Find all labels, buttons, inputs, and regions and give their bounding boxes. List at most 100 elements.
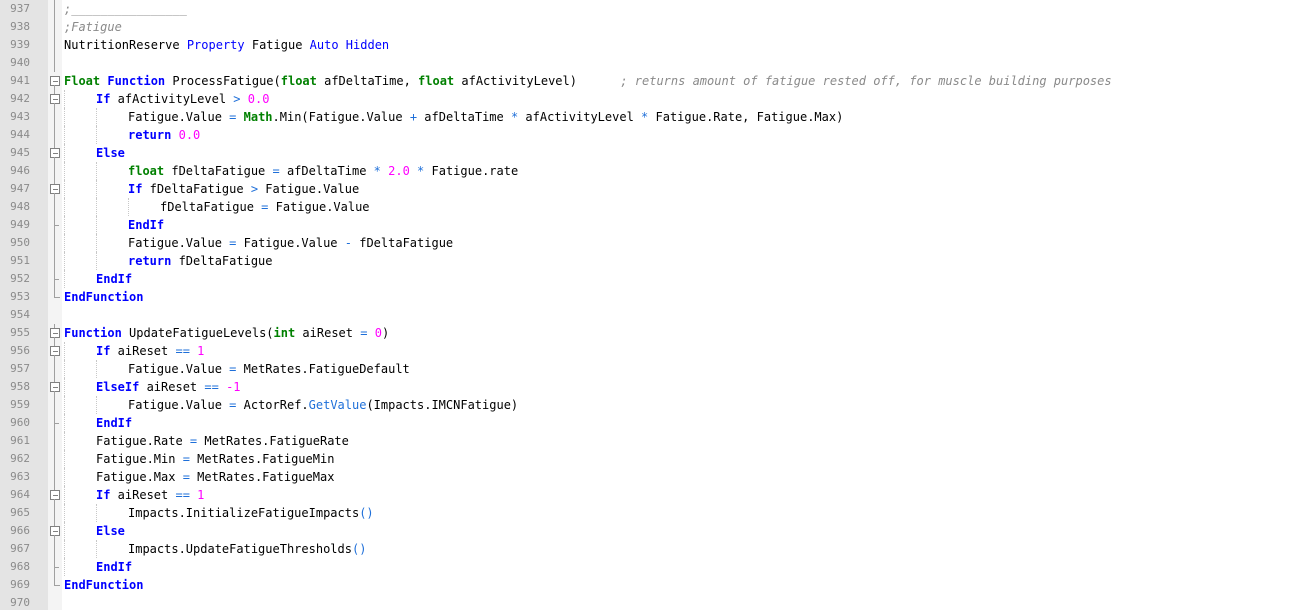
identifier-token: Fatigue.Value <box>236 236 345 250</box>
code-line[interactable]: 961 Fatigue.Rate = MetRates.FatigueRate <box>0 432 1300 450</box>
code-line[interactable]: 939 NutritionReserve Property Fatigue Aut… <box>0 36 1300 54</box>
code-line[interactable]: 960 EndIf <box>0 414 1300 432</box>
fold-collapse-icon[interactable] <box>49 324 61 342</box>
code-text[interactable]: If aiReset == 1 <box>96 486 204 504</box>
code-text[interactable]: ElseIf aiReset == -1 <box>96 378 241 396</box>
code-line[interactable]: 969 EndFunction <box>0 576 1300 594</box>
fold-collapse-icon[interactable] <box>49 378 61 396</box>
identifier-token: Fatigue.Rate, Fatigue.Max) <box>648 110 844 124</box>
code-text[interactable]: Fatigue.Max = MetRates.FatigueMax <box>96 468 334 486</box>
code-line[interactable]: 953 EndFunction <box>0 288 1300 306</box>
fold-block-end-mark <box>49 216 61 234</box>
code-line[interactable]: 942 If afActivityLevel > 0.0 <box>0 90 1300 108</box>
indent-guide <box>64 126 66 144</box>
indent-guide <box>64 504 66 522</box>
code-text[interactable]: EndIf <box>128 216 164 234</box>
code-line[interactable]: 966 Else <box>0 522 1300 540</box>
indent-guide <box>64 270 66 288</box>
code-text[interactable]: Impacts.InitializeFatigueImpacts() <box>128 504 374 522</box>
code-text[interactable]: EndIf <box>96 414 132 432</box>
line-number: 950 <box>10 236 30 249</box>
code-line[interactable]: 954 <box>0 306 1300 324</box>
identifier-token <box>171 128 178 142</box>
indent-guide <box>96 540 98 558</box>
fold-block-end-mark <box>49 414 61 432</box>
code-line[interactable]: 951 return fDeltaFatigue <box>0 252 1300 270</box>
code-text[interactable]: Else <box>96 522 125 540</box>
code-line[interactable]: 946 float fDeltaFatigue = afDeltaTime * 2… <box>0 162 1300 180</box>
code-text[interactable]: float fDeltaFatigue = afDeltaTime * 2.0 … <box>128 162 518 180</box>
code-line[interactable]: 970 <box>0 594 1300 610</box>
code-text[interactable]: EndFunction <box>64 288 143 306</box>
code-line[interactable]: 941 Float Function ProcessFatigue(float a… <box>0 72 1300 90</box>
code-text[interactable]: If aiReset == 1 <box>96 342 204 360</box>
fold-collapse-icon[interactable] <box>49 144 61 162</box>
code-text[interactable]: Else <box>96 144 125 162</box>
identifier-token: afDeltaTime <box>279 164 374 178</box>
comment-token: ;________________ <box>64 2 187 16</box>
code-text[interactable]: Float Function ProcessFatigue(float afDe… <box>64 72 1112 90</box>
indent-guide <box>64 108 66 126</box>
code-line[interactable]: 962 Fatigue.Min = MetRates.FatigueMin <box>0 450 1300 468</box>
code-line[interactable]: 955 Function UpdateFatigueLevels(int aiRe… <box>0 324 1300 342</box>
code-line[interactable]: 950 Fatigue.Value = Fatigue.Value - fDelt… <box>0 234 1300 252</box>
fold-collapse-icon[interactable] <box>49 486 61 504</box>
indent-guide <box>96 504 98 522</box>
code-text[interactable]: EndIf <box>96 270 132 288</box>
code-line[interactable]: 948 fDeltaFatigue = Fatigue.Value <box>0 198 1300 216</box>
code-line[interactable]: 967 Impacts.UpdateFatigueThresholds() <box>0 540 1300 558</box>
code-lines[interactable]: 937 ;________________ 938 ;Fatigue 939 Nutrit… <box>0 0 1300 610</box>
code-line[interactable]: 957 Fatigue.Value = MetRates.FatigueDefau… <box>0 360 1300 378</box>
code-line[interactable]: 964 If aiReset == 1 <box>0 486 1300 504</box>
indent-guide <box>64 378 66 396</box>
code-text[interactable]: EndIf <box>96 558 132 576</box>
code-line[interactable]: 943 Fatigue.Value = Math.Min(Fatigue.Valu… <box>0 108 1300 126</box>
code-line[interactable]: 940 <box>0 54 1300 72</box>
code-text[interactable]: EndFunction <box>64 576 143 594</box>
code-line[interactable]: 968 EndIf <box>0 558 1300 576</box>
code-text[interactable]: NutritionReserve Property Fatigue Auto H… <box>64 36 389 54</box>
code-line[interactable]: 937 ;________________ <box>0 0 1300 18</box>
line-number: 970 <box>10 596 30 609</box>
code-line[interactable]: 945 Else <box>0 144 1300 162</box>
fold-collapse-icon[interactable] <box>49 90 61 108</box>
code-text[interactable]: return 0.0 <box>128 126 200 144</box>
code-line[interactable]: 947 If fDeltaFatigue > Fatigue.Value <box>0 180 1300 198</box>
identifier-token: MetRates.FatigueMax <box>189 470 335 484</box>
code-line[interactable]: 963 Fatigue.Max = MetRates.FatigueMax <box>0 468 1300 486</box>
code-line[interactable]: 959 Fatigue.Value = ActorRef.GetValue(Imp… <box>0 396 1300 414</box>
code-text[interactable]: Fatigue.Value = Fatigue.Value - fDeltaFa… <box>128 234 453 252</box>
code-text[interactable]: ;Fatigue <box>64 18 122 36</box>
code-line[interactable]: 949 EndIf <box>0 216 1300 234</box>
code-line[interactable]: 958 ElseIf aiReset == -1 <box>0 378 1300 396</box>
code-line[interactable]: 952 EndIf <box>0 270 1300 288</box>
identifier-token: Fatigue.Value <box>128 398 230 412</box>
code-editor[interactable]: 937 ;________________ 938 ;Fatigue 939 Nutrit… <box>0 0 1300 610</box>
line-number: 965 <box>10 506 30 519</box>
code-text[interactable]: If fDeltaFatigue > Fatigue.Value <box>128 180 359 198</box>
code-text[interactable]: Fatigue.Value = MetRates.FatigueDefault <box>128 360 410 378</box>
fold-collapse-icon[interactable] <box>49 342 61 360</box>
code-line[interactable]: 956 If aiReset == 1 <box>0 342 1300 360</box>
code-text[interactable]: Fatigue.Value = Math.Min(Fatigue.Value +… <box>128 108 843 126</box>
code-text[interactable]: If afActivityLevel > 0.0 <box>96 90 269 108</box>
operator-token: == <box>175 488 190 502</box>
code-text[interactable]: Fatigue.Min = MetRates.FatigueMin <box>96 450 334 468</box>
code-text[interactable]: ;________________ <box>64 0 187 18</box>
operator-token: > <box>233 92 241 106</box>
fold-collapse-icon[interactable] <box>49 522 61 540</box>
fold-collapse-icon[interactable] <box>49 180 61 198</box>
fold-collapse-icon[interactable] <box>49 72 61 90</box>
code-text[interactable]: Function UpdateFatigueLevels(int aiReset… <box>64 324 389 342</box>
code-text[interactable]: Fatigue.Value = ActorRef.GetValue(Impact… <box>128 396 518 414</box>
code-text[interactable]: fDeltaFatigue = Fatigue.Value <box>160 198 370 216</box>
code-text[interactable]: return fDeltaFatigue <box>128 252 273 270</box>
code-line[interactable]: 944 return 0.0 <box>0 126 1300 144</box>
code-line[interactable]: 965 Impacts.InitializeFatigueImpacts() <box>0 504 1300 522</box>
number-token: 0.0 <box>247 92 270 106</box>
code-text[interactable]: Fatigue.Rate = MetRates.FatigueRate <box>96 432 349 450</box>
code-line[interactable]: 938 ;Fatigue <box>0 18 1300 36</box>
code-text[interactable]: Impacts.UpdateFatigueThresholds() <box>128 540 366 558</box>
number-token: 0 <box>374 326 382 340</box>
indent-guide <box>64 252 66 270</box>
